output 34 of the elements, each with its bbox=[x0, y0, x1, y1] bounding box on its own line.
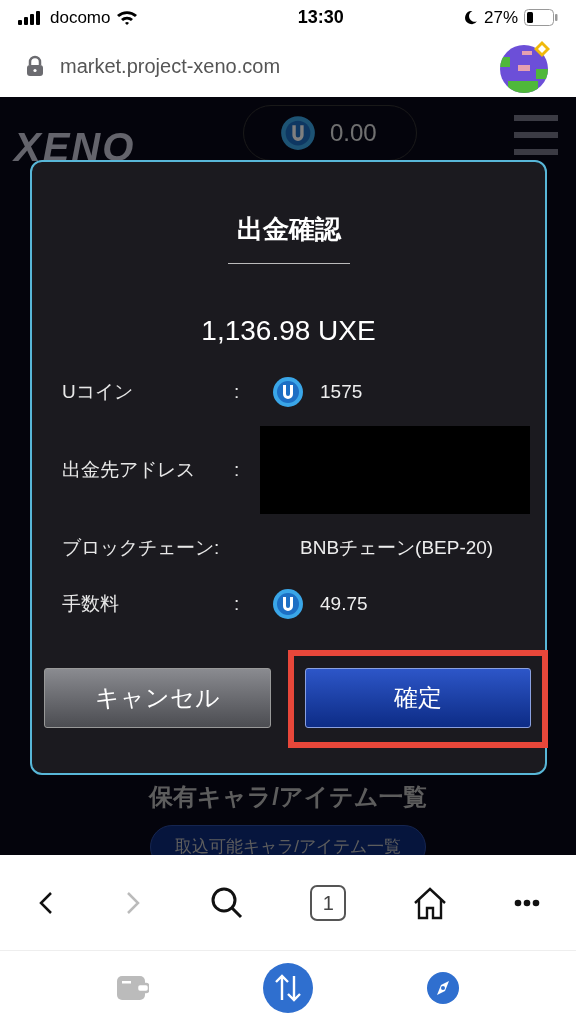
home-icon[interactable] bbox=[413, 885, 448, 920]
moon-icon bbox=[462, 10, 478, 25]
field-label: 出金先アドレス bbox=[62, 457, 196, 482]
battery-icon bbox=[524, 9, 558, 26]
section-title: 保有キャラ/アイテム一覧 bbox=[149, 782, 427, 812]
field-label: Uコイン bbox=[62, 379, 134, 404]
cancel-button[interactable]: キャンセル bbox=[44, 668, 271, 728]
separator-colon: : bbox=[234, 457, 241, 482]
field-value: 1575 bbox=[320, 379, 363, 404]
amount-text: 1,136.98 UXE bbox=[201, 314, 376, 348]
battery-percent: 27% bbox=[483, 6, 518, 29]
logo-text: XENO bbox=[14, 124, 136, 171]
carrier-name: docomo bbox=[50, 6, 111, 29]
search-icon[interactable] bbox=[209, 885, 244, 920]
separator-colon: : bbox=[234, 379, 241, 404]
confirm-button[interactable]: 確定 bbox=[304, 668, 531, 728]
coin-icon bbox=[272, 588, 304, 620]
tabs-button[interactable]: 1 bbox=[310, 884, 347, 921]
lock-icon bbox=[24, 55, 46, 77]
wifi-icon bbox=[116, 9, 139, 26]
field-value: BNBチェーン(BEP-20) bbox=[300, 535, 494, 560]
separator-colon: : bbox=[234, 591, 241, 616]
field-value: 49.75 bbox=[320, 591, 368, 616]
coin-icon bbox=[280, 115, 316, 151]
coin-icon bbox=[272, 376, 304, 408]
balance-amount: 0.00 bbox=[330, 118, 377, 148]
clock-time: 13:30 bbox=[296, 6, 344, 29]
field-label: 手数料 bbox=[62, 591, 120, 616]
compass-icon[interactable] bbox=[427, 971, 459, 1004]
swap-icon[interactable] bbox=[263, 962, 313, 1013]
field-label: ブロックチェーン: bbox=[62, 535, 221, 560]
address-bar[interactable]: market.project-xeno.com bbox=[24, 51, 281, 81]
more-icon[interactable] bbox=[514, 898, 540, 907]
dialog-title: 出金確認 bbox=[235, 213, 343, 246]
